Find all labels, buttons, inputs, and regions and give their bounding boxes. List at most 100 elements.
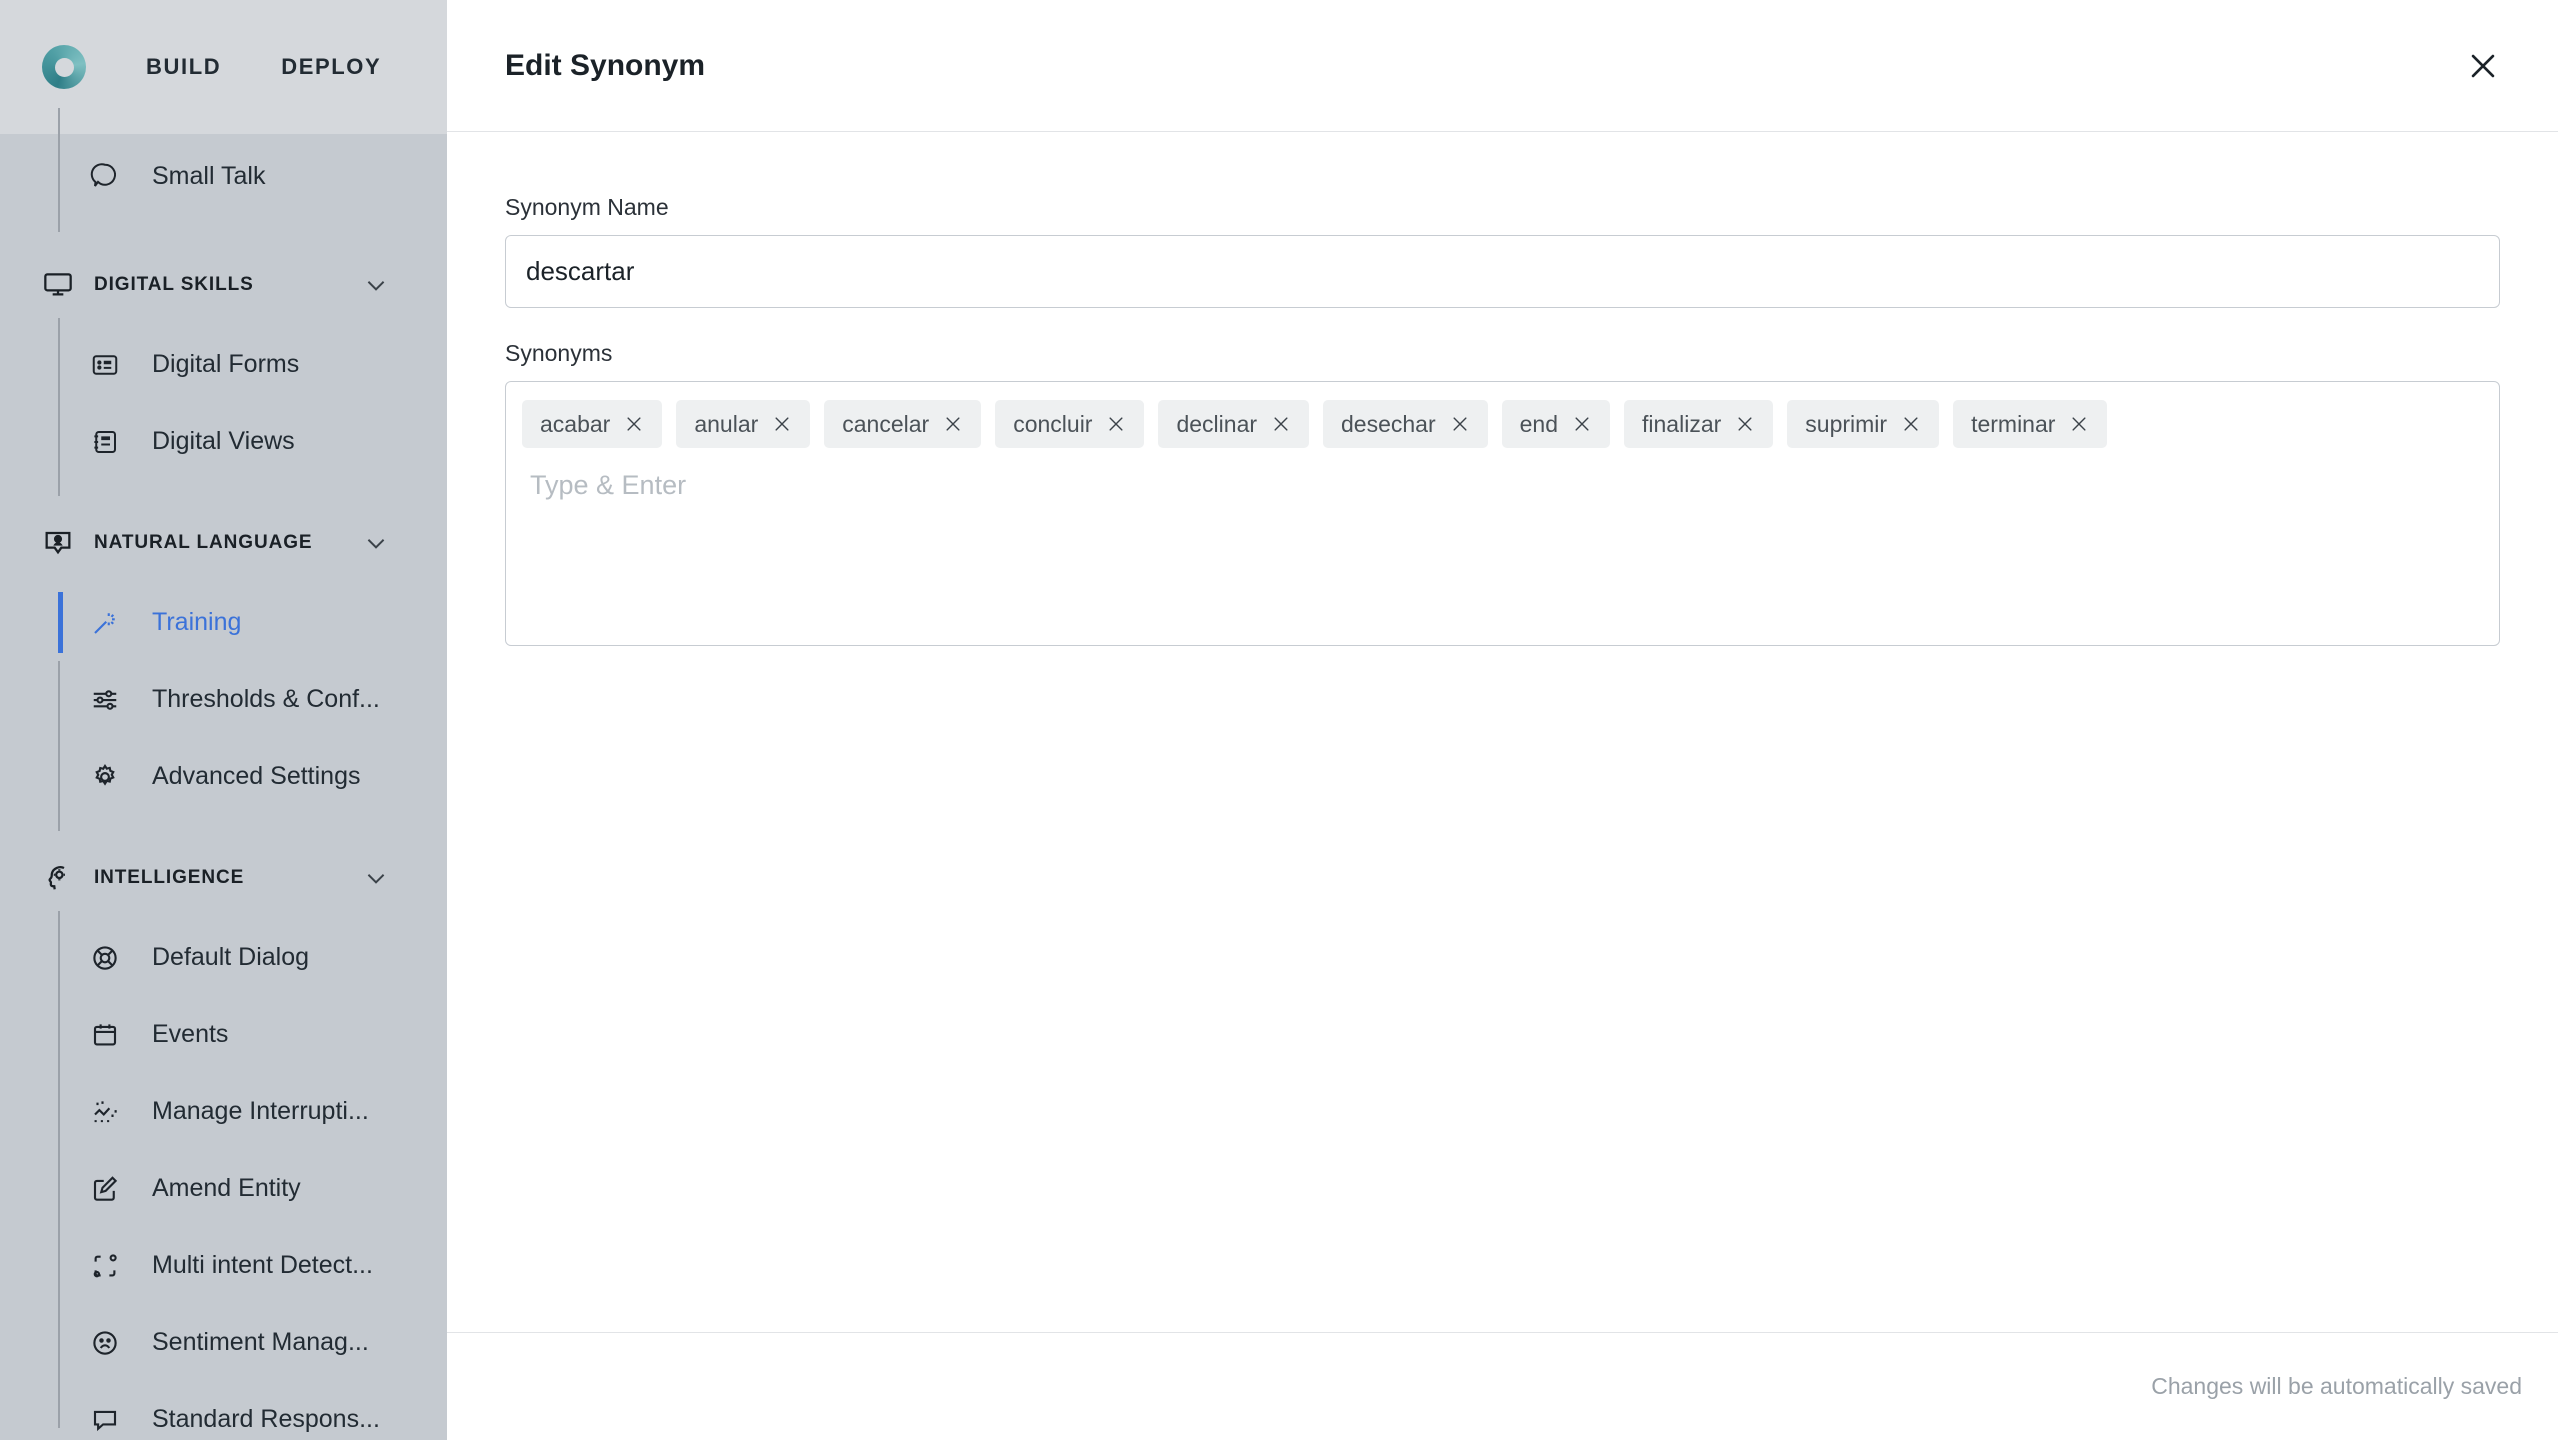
synonyms-label: Synonyms (505, 340, 613, 366)
synonym-tag: terminar (1953, 400, 2108, 448)
remove-tag-icon[interactable] (943, 414, 963, 434)
sidebar-item-digital-views[interactable]: Digital Views (0, 403, 447, 496)
sidebar-item-label: Multi intent Detect... (152, 1251, 373, 1279)
top-nav-deploy[interactable]: DEPLOY (281, 54, 381, 80)
remove-tag-icon[interactable] (1271, 414, 1291, 434)
speech-bubble-icon (88, 1403, 122, 1437)
remove-tag-icon[interactable] (1901, 414, 1921, 434)
sidebar-group-label: DIGITAL SKILLS (94, 274, 254, 295)
calendar-icon (88, 1018, 122, 1052)
sidebar-item-label: Digital Views (152, 427, 295, 455)
synonym-tag: finalizar (1624, 400, 1774, 448)
synonym-tag: acabar (522, 400, 663, 448)
autosave-note: Changes will be automatically saved (2151, 1373, 2522, 1399)
sidebar-item-label: Training (152, 608, 242, 636)
sidebar-item-label: Small Talk (152, 161, 266, 190)
synonym-entry-input[interactable] (530, 470, 2295, 501)
sidebar-item-manage-interruptions[interactable]: Manage Interrupti... (0, 1073, 447, 1150)
remove-tag-icon[interactable] (624, 414, 644, 434)
synonym-tag-label: finalizar (1642, 410, 1722, 437)
synonym-tag-label: acabar (540, 410, 611, 437)
ring-logo-icon (42, 45, 86, 89)
brain-gear-icon (40, 860, 76, 896)
sidebar-item-label: Advanced Settings (152, 762, 361, 790)
lifebuoy-icon (88, 941, 122, 975)
remove-tag-icon[interactable] (1106, 414, 1126, 434)
synonym-name-input[interactable] (505, 235, 2500, 308)
sidebar-group-label: INTELLIGENCE (94, 867, 245, 888)
sidebar-item-standard-responses[interactable]: Standard Respons... (0, 1381, 447, 1440)
sidebar: BUILD DEPLOY Small Talk DIGITAL SKILLS D… (0, 0, 447, 1440)
sidebar-item-label: Digital Forms (152, 350, 300, 378)
sidebar-item-multi-intent[interactable]: Multi intent Detect... (0, 1227, 447, 1304)
edit-square-icon (88, 1172, 122, 1206)
synonym-tag-label: suprimir (1805, 410, 1888, 437)
sidebar-item-label: Default Dialog (152, 943, 310, 971)
sidebar-item-thresholds[interactable]: Thresholds & Conf... (0, 661, 447, 738)
sidebar-item-sentiment-management[interactable]: Sentiment Manag... (0, 1304, 447, 1381)
speech-search-icon (88, 159, 122, 193)
synonym-tag-label: concluir (1013, 410, 1093, 437)
chevron-down-icon[interactable] (363, 865, 389, 891)
synonym-tag: anular (676, 400, 811, 448)
sidebar-item-label: Amend Entity (152, 1174, 301, 1202)
app-root: BUILD DEPLOY Small Talk DIGITAL SKILLS D… (0, 0, 2558, 1440)
sidebar-item-default-dialog[interactable]: Default Dialog (0, 911, 447, 996)
interrupt-icon (88, 1095, 122, 1129)
close-icon[interactable] (2460, 43, 2506, 89)
sliders-icon (88, 683, 122, 717)
panel-body: Synonym Name Synonyms acabar anular cancel… (447, 132, 2558, 1332)
remove-tag-icon[interactable] (1572, 414, 1592, 434)
view-list-icon (88, 425, 122, 459)
synonym-tag-label: declinar (1176, 410, 1258, 437)
synonym-tag: suprimir (1787, 400, 1940, 448)
panel-footer: Changes will be automatically saved (447, 1332, 2558, 1440)
sidebar-group-digital-skills[interactable]: DIGITAL SKILLS (0, 244, 447, 326)
synonym-name-label: Synonym Name (505, 194, 669, 220)
magic-wand-icon (88, 606, 122, 640)
remove-tag-icon[interactable] (772, 414, 792, 434)
synonym-tag: declinar (1158, 400, 1310, 448)
sidebar-group-label: NATURAL LANGUAGE (94, 532, 313, 553)
sidebar-item-label: Thresholds & Conf... (152, 685, 380, 713)
monitor-icon (40, 267, 76, 303)
sidebar-group-natural-language[interactable]: NATURAL LANGUAGE (0, 502, 447, 584)
sidebar-group-intelligence[interactable]: INTELLIGENCE (0, 837, 447, 919)
sidebar-nav: Small Talk DIGITAL SKILLS Digital Forms … (0, 108, 447, 1440)
synonym-tag-label: cancelar (842, 410, 930, 437)
top-navigation: BUILD DEPLOY (146, 54, 381, 80)
sidebar-item-label: Sentiment Manag... (152, 1328, 369, 1356)
sidebar-item-training[interactable]: Training (0, 584, 447, 661)
synonym-tag-list: acabar anular cancelar concluir declinar dese… (522, 400, 2483, 448)
page-title: Edit Synonym (505, 48, 706, 82)
synonym-tag: end (1501, 400, 1611, 448)
sidebar-item-advanced-settings[interactable]: Advanced Settings (0, 738, 447, 831)
form-card-icon (88, 348, 122, 382)
synonym-tag-label: end (1519, 410, 1559, 437)
sidebar-header: BUILD DEPLOY (0, 0, 447, 134)
chevron-down-icon[interactable] (363, 530, 389, 556)
chevron-down-icon[interactable] (363, 272, 389, 298)
multi-intent-icon (88, 1249, 122, 1283)
sidebar-item-digital-forms[interactable]: Digital Forms (0, 318, 447, 403)
sad-face-icon (88, 1326, 122, 1360)
chat-person-icon (40, 525, 76, 561)
synonyms-tag-input[interactable]: acabar anular cancelar concluir declinar dese… (505, 381, 2500, 646)
sidebar-item-label: Events (152, 1020, 229, 1048)
sidebar-item-amend-entity[interactable]: Amend Entity (0, 1150, 447, 1227)
sidebar-item-events[interactable]: Events (0, 996, 447, 1073)
synonym-tag-label: anular (694, 410, 759, 437)
gear-icon (88, 760, 122, 794)
top-nav-build[interactable]: BUILD (146, 54, 221, 80)
remove-tag-icon[interactable] (1450, 414, 1470, 434)
synonym-tag: concluir (995, 400, 1145, 448)
panel-header: Edit Synonym (447, 0, 2558, 132)
remove-tag-icon[interactable] (1735, 414, 1755, 434)
synonym-tag-label: terminar (1971, 410, 2056, 437)
sidebar-item-label: Manage Interrupti... (152, 1097, 369, 1125)
sidebar-item-small-talk[interactable]: Small Talk (0, 108, 447, 232)
remove-tag-icon[interactable] (2069, 414, 2089, 434)
synonym-tag-label: desechar (1341, 410, 1436, 437)
edit-synonym-panel: Edit Synonym Synonym Name Synonyms acaba… (447, 0, 2558, 1440)
sidebar-item-label: Standard Respons... (152, 1405, 380, 1433)
